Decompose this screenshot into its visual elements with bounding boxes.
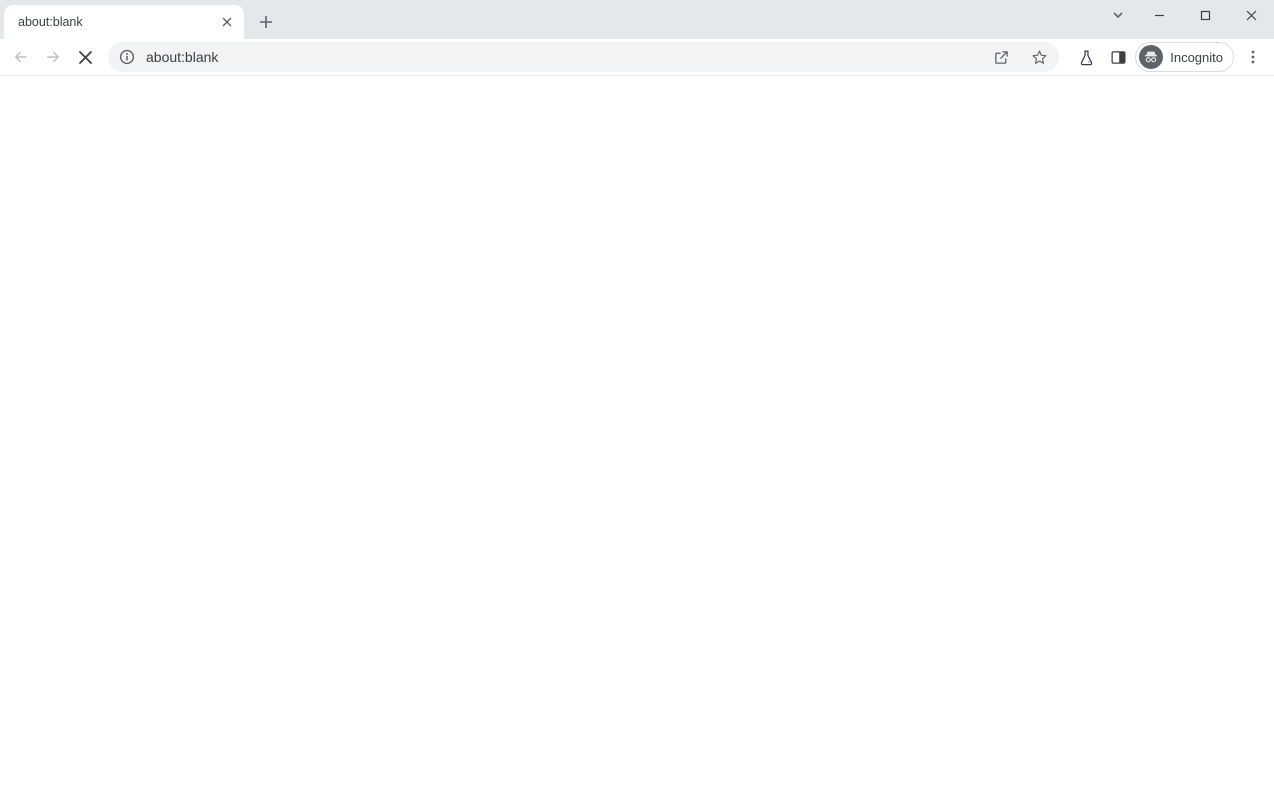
incognito-icon — [1143, 49, 1159, 65]
toolbar-right: Incognito — [1071, 42, 1268, 72]
share-icon — [993, 49, 1010, 66]
stop-reload-button[interactable] — [70, 42, 100, 72]
more-vertical-icon — [1245, 49, 1261, 65]
address-bar[interactable] — [108, 42, 1059, 72]
toolbar: Incognito — [0, 39, 1274, 76]
profile-chip[interactable]: Incognito — [1135, 42, 1234, 72]
info-icon — [119, 49, 135, 65]
forward-button[interactable] — [38, 42, 68, 72]
site-info-button[interactable] — [118, 48, 136, 66]
back-button[interactable] — [6, 42, 36, 72]
chevron-down-icon — [1112, 9, 1124, 21]
page-content — [0, 76, 1274, 794]
browser-tab[interactable]: about:blank — [4, 5, 244, 39]
maximize-icon — [1200, 10, 1211, 21]
arrow-left-icon — [12, 48, 30, 66]
minimize-icon — [1154, 10, 1165, 21]
plus-icon — [259, 15, 273, 29]
flask-icon — [1078, 49, 1095, 66]
close-tab-button[interactable] — [218, 13, 236, 31]
close-icon — [78, 50, 93, 65]
arrow-right-icon — [44, 48, 62, 66]
new-tab-button[interactable] — [252, 8, 280, 36]
url-input[interactable] — [146, 49, 977, 65]
side-panel-button[interactable] — [1103, 42, 1133, 72]
profile-label: Incognito — [1170, 50, 1223, 65]
incognito-avatar — [1139, 45, 1163, 69]
minimize-window-button[interactable] — [1136, 0, 1182, 30]
tab-strip: about:blank — [0, 0, 1274, 39]
tab-search-button[interactable] — [1100, 0, 1136, 30]
maximize-window-button[interactable] — [1182, 0, 1228, 30]
close-icon — [222, 17, 232, 27]
bookmark-button[interactable] — [1025, 43, 1053, 71]
star-icon — [1031, 49, 1048, 66]
window-controls — [1136, 0, 1274, 30]
labs-button[interactable] — [1071, 42, 1101, 72]
close-window-button[interactable] — [1228, 0, 1274, 30]
panel-icon — [1110, 49, 1127, 66]
app-menu-button[interactable] — [1238, 42, 1268, 72]
tab-title: about:blank — [18, 15, 218, 29]
share-button[interactable] — [987, 43, 1015, 71]
close-icon — [1246, 10, 1257, 21]
